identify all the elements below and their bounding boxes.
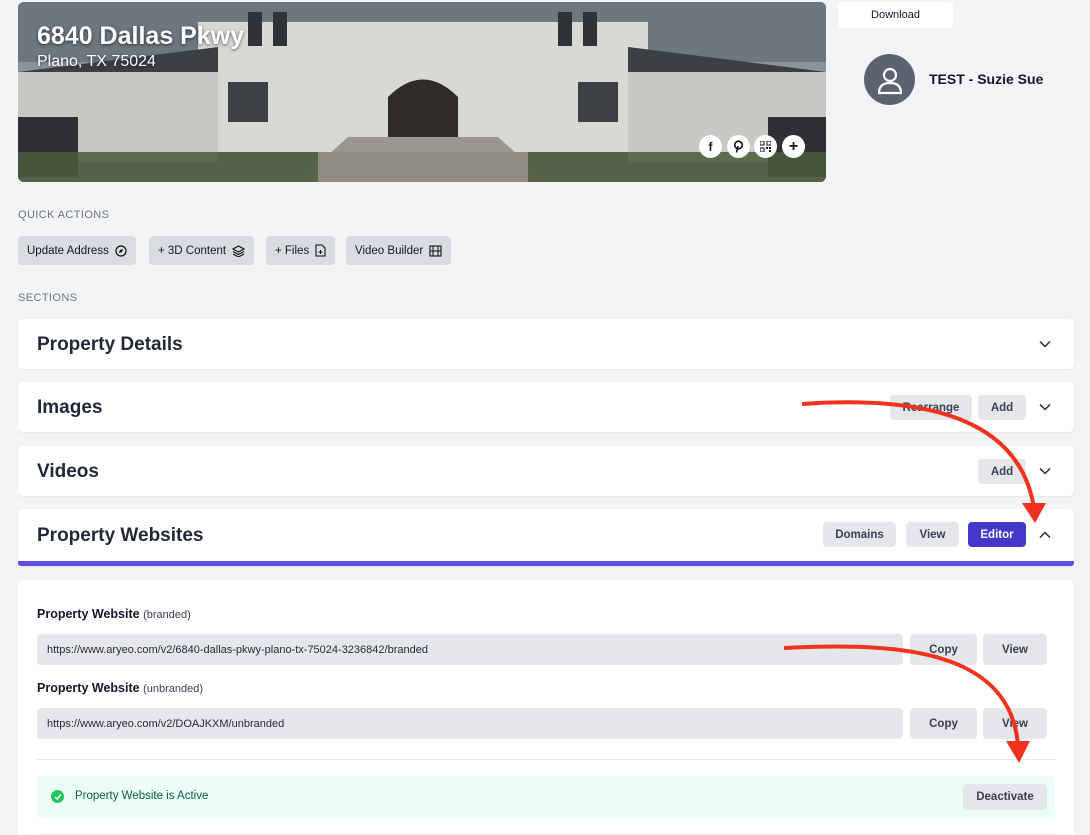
- chevron-up-icon[interactable]: [1038, 528, 1052, 542]
- view-website-button[interactable]: View: [906, 522, 959, 547]
- section-property-websites[interactable]: Property Websites Domains View Editor: [18, 509, 1074, 566]
- download-button[interactable]: Download: [838, 2, 953, 28]
- check-circle-icon: [51, 790, 64, 803]
- view-branded-button[interactable]: View: [983, 634, 1047, 665]
- plus-icon[interactable]: +: [782, 135, 805, 158]
- property-websites-panel: Property Website (branded) https://www.a…: [18, 580, 1074, 835]
- chevron-down-icon[interactable]: [1038, 337, 1052, 351]
- branded-website-label: Property Website (branded): [37, 607, 191, 621]
- section-title: Property Websites: [37, 525, 204, 546]
- add-videos-button[interactable]: Add: [978, 459, 1026, 484]
- divider: [37, 759, 1055, 760]
- copy-branded-button[interactable]: Copy: [910, 634, 977, 665]
- facebook-icon[interactable]: f: [699, 135, 722, 158]
- website-status-banner: Property Website is Active Deactivate: [37, 776, 1055, 818]
- pinterest-icon[interactable]: [727, 135, 750, 158]
- label-sub: (branded): [143, 609, 191, 621]
- chevron-down-icon[interactable]: [1038, 464, 1052, 478]
- status-text: Property Website is Active: [75, 790, 209, 802]
- section-images[interactable]: Images Rearrange Add: [18, 382, 1074, 432]
- chevron-down-icon[interactable]: [1038, 400, 1052, 414]
- unbranded-website-label: Property Website (unbranded): [37, 681, 203, 695]
- branded-url-field[interactable]: https://www.aryeo.com/v2/6840-dallas-pkw…: [37, 634, 903, 665]
- file-icon: [315, 244, 326, 257]
- add-files-button[interactable]: + Files: [266, 236, 336, 265]
- film-icon: [429, 244, 442, 257]
- qa-label: + Files: [275, 244, 310, 257]
- qr-code-icon[interactable]: [754, 135, 777, 158]
- qa-label: Update Address: [27, 244, 109, 257]
- copy-unbranded-button[interactable]: Copy: [910, 708, 977, 739]
- listing-address: 6840 Dallas Pkwy: [37, 22, 245, 50]
- section-title: Videos: [37, 461, 99, 482]
- section-title: Images: [37, 397, 103, 418]
- section-title: Property Details: [37, 334, 183, 355]
- qa-label: Video Builder: [355, 244, 424, 257]
- section-property-details[interactable]: Property Details: [18, 319, 1074, 369]
- user-name: TEST - Suzie Sue: [929, 71, 1044, 87]
- layers-icon: [232, 244, 246, 257]
- deactivate-button[interactable]: Deactivate: [963, 784, 1047, 810]
- editor-button[interactable]: Editor: [968, 522, 1026, 547]
- unbranded-url-field[interactable]: https://www.aryeo.com/v2/DOAJKXM/unbrand…: [37, 708, 903, 739]
- listing-hero-image: 6840 Dallas Pkwy Plano, TX 75024 f +: [18, 2, 826, 182]
- user-icon: [877, 67, 902, 94]
- qa-label: + 3D Content: [158, 244, 227, 257]
- sections-heading: SECTIONS: [18, 292, 78, 304]
- video-builder-button[interactable]: Video Builder: [346, 236, 452, 265]
- label-text: Property Website: [37, 681, 140, 695]
- update-address-button[interactable]: Update Address: [18, 236, 136, 265]
- section-videos[interactable]: Videos Add: [18, 446, 1074, 496]
- label-text: Property Website: [37, 607, 140, 621]
- add-images-button[interactable]: Add: [978, 395, 1026, 420]
- domains-button[interactable]: Domains: [823, 522, 896, 547]
- label-sub: (unbranded): [143, 683, 203, 695]
- quick-actions-heading: QUICK ACTIONS: [18, 209, 110, 221]
- rearrange-button[interactable]: Rearrange: [890, 395, 972, 420]
- compass-icon: [115, 244, 127, 257]
- avatar: [864, 54, 915, 105]
- listing-city-state-zip: Plano, TX 75024: [37, 53, 156, 70]
- add-3d-content-button[interactable]: + 3D Content: [149, 236, 255, 265]
- active-section-underline: [18, 561, 1074, 566]
- view-unbranded-button[interactable]: View: [983, 708, 1047, 739]
